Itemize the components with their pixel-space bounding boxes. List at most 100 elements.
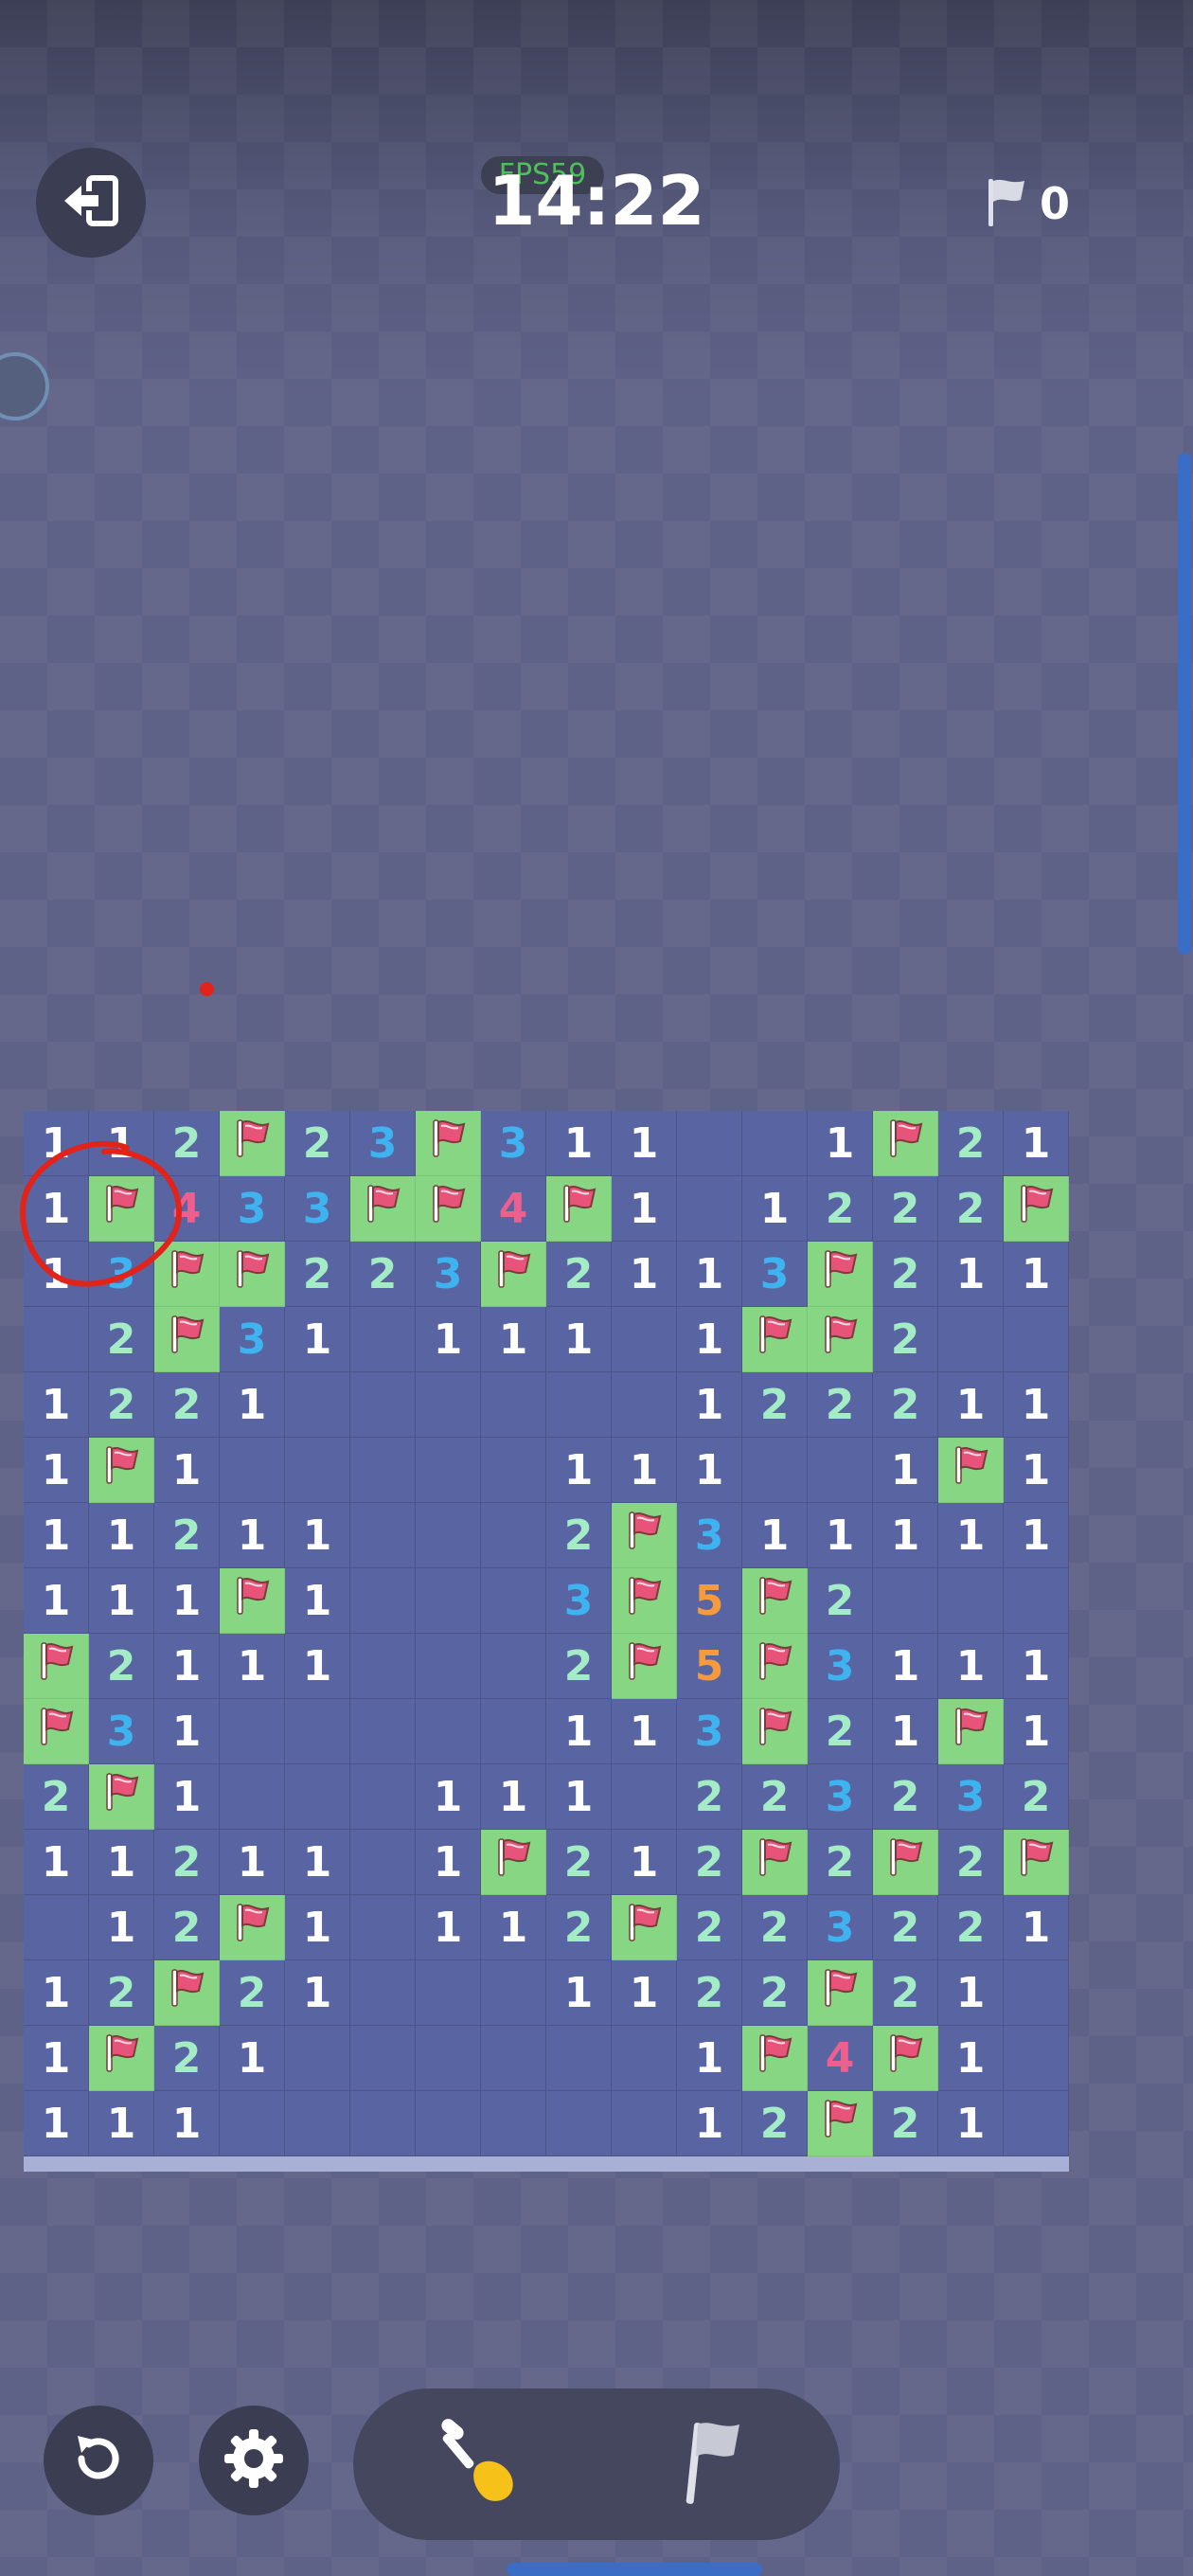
number-cell[interactable]: 3 <box>350 1111 416 1176</box>
flagged-cell[interactable] <box>742 1568 808 1634</box>
number-cell[interactable]: 2 <box>285 1111 350 1176</box>
empty-cell[interactable] <box>350 1438 416 1503</box>
number-cell[interactable]: 2 <box>546 1634 612 1699</box>
flagged-cell[interactable] <box>154 1307 220 1372</box>
empty-cell[interactable] <box>350 1895 416 1960</box>
number-cell[interactable]: 2 <box>285 1242 350 1307</box>
number-cell[interactable]: 3 <box>89 1699 154 1764</box>
empty-cell[interactable] <box>481 2026 546 2091</box>
number-cell[interactable]: 1 <box>220 1830 285 1895</box>
flagged-cell[interactable] <box>612 1634 677 1699</box>
number-cell[interactable]: 1 <box>154 1699 220 1764</box>
number-cell[interactable]: 1 <box>677 1307 742 1372</box>
flagged-cell[interactable] <box>742 1699 808 1764</box>
number-cell[interactable]: 1 <box>938 1242 1004 1307</box>
number-cell[interactable]: 1 <box>89 1503 154 1568</box>
number-cell[interactable]: 3 <box>220 1176 285 1242</box>
flagged-cell[interactable] <box>1004 1176 1069 1242</box>
number-cell[interactable]: 3 <box>938 1764 1004 1830</box>
scrollbar[interactable] <box>1178 453 1191 955</box>
flagged-cell[interactable] <box>24 1634 89 1699</box>
empty-cell[interactable] <box>481 1503 546 1568</box>
number-cell[interactable]: 2 <box>154 1895 220 1960</box>
number-cell[interactable]: 2 <box>24 1764 89 1830</box>
number-cell[interactable]: 2 <box>677 1830 742 1895</box>
empty-cell[interactable] <box>350 1960 416 2026</box>
empty-cell[interactable] <box>350 1699 416 1764</box>
number-cell[interactable]: 3 <box>808 1634 873 1699</box>
number-cell[interactable]: 1 <box>873 1438 938 1503</box>
empty-cell[interactable] <box>350 1372 416 1438</box>
flagged-cell[interactable] <box>612 1503 677 1568</box>
flagged-cell[interactable] <box>742 1307 808 1372</box>
number-cell[interactable]: 1 <box>677 2026 742 2091</box>
flagged-cell[interactable] <box>873 1830 938 1895</box>
number-cell[interactable]: 4 <box>808 2026 873 2091</box>
number-cell[interactable]: 2 <box>808 1699 873 1764</box>
number-cell[interactable]: 2 <box>808 1568 873 1634</box>
number-cell[interactable]: 1 <box>938 1372 1004 1438</box>
number-cell[interactable]: 3 <box>677 1503 742 1568</box>
empty-cell[interactable] <box>416 1960 481 2026</box>
number-cell[interactable]: 2 <box>89 1372 154 1438</box>
number-cell[interactable]: 2 <box>938 1111 1004 1176</box>
number-cell[interactable]: 1 <box>24 1960 89 2026</box>
exit-button[interactable] <box>36 148 146 258</box>
number-cell[interactable]: 1 <box>220 1634 285 1699</box>
number-cell[interactable]: 2 <box>546 1503 612 1568</box>
number-cell[interactable]: 1 <box>546 1960 612 2026</box>
empty-cell[interactable] <box>24 1307 89 1372</box>
flagged-cell[interactable] <box>742 1830 808 1895</box>
flag-tool-button[interactable] <box>666 2415 764 2513</box>
number-cell[interactable]: 2 <box>742 1764 808 1830</box>
number-cell[interactable]: 1 <box>612 1960 677 2026</box>
number-cell[interactable]: 1 <box>938 2026 1004 2091</box>
flagged-cell[interactable] <box>220 1895 285 1960</box>
number-cell[interactable]: 1 <box>742 1176 808 1242</box>
number-cell[interactable]: 1 <box>808 1111 873 1176</box>
number-cell[interactable]: 2 <box>873 2091 938 2156</box>
number-cell[interactable]: 1 <box>285 1568 350 1634</box>
empty-cell[interactable] <box>285 1764 350 1830</box>
flagged-cell[interactable] <box>808 1307 873 1372</box>
flagged-cell[interactable] <box>808 1960 873 2026</box>
flagged-cell[interactable] <box>742 1634 808 1699</box>
empty-cell[interactable] <box>285 2026 350 2091</box>
number-cell[interactable]: 1 <box>24 1568 89 1634</box>
number-cell[interactable]: 1 <box>808 1503 873 1568</box>
flagged-cell[interactable] <box>546 1176 612 1242</box>
empty-cell[interactable] <box>350 1503 416 1568</box>
empty-cell[interactable] <box>546 2026 612 2091</box>
number-cell[interactable]: 1 <box>285 1960 350 2026</box>
number-cell[interactable]: 1 <box>481 1307 546 1372</box>
empty-cell[interactable] <box>481 1438 546 1503</box>
number-cell[interactable]: 1 <box>546 1764 612 1830</box>
flagged-cell[interactable] <box>220 1111 285 1176</box>
empty-cell[interactable] <box>350 2091 416 2156</box>
empty-cell[interactable] <box>1004 2091 1069 2156</box>
empty-cell[interactable] <box>938 1307 1004 1372</box>
number-cell[interactable]: 1 <box>285 1503 350 1568</box>
number-cell[interactable]: 3 <box>285 1176 350 1242</box>
number-cell[interactable]: 3 <box>677 1699 742 1764</box>
number-cell[interactable]: 2 <box>808 1372 873 1438</box>
empty-cell[interactable] <box>220 2091 285 2156</box>
number-cell[interactable]: 5 <box>677 1634 742 1699</box>
flagged-cell[interactable] <box>808 1242 873 1307</box>
number-cell[interactable]: 3 <box>416 1242 481 1307</box>
number-cell[interactable]: 1 <box>1004 1895 1069 1960</box>
number-cell[interactable]: 1 <box>89 1895 154 1960</box>
number-cell[interactable]: 1 <box>154 2091 220 2156</box>
empty-cell[interactable] <box>285 1438 350 1503</box>
number-cell[interactable]: 3 <box>808 1895 873 1960</box>
number-cell[interactable]: 2 <box>154 1503 220 1568</box>
number-cell[interactable]: 2 <box>677 1764 742 1830</box>
number-cell[interactable]: 3 <box>220 1307 285 1372</box>
empty-cell[interactable] <box>546 2091 612 2156</box>
number-cell[interactable]: 2 <box>938 1830 1004 1895</box>
number-cell[interactable]: 2 <box>873 1242 938 1307</box>
empty-cell[interactable] <box>677 1176 742 1242</box>
number-cell[interactable]: 1 <box>154 1634 220 1699</box>
number-cell[interactable]: 1 <box>1004 1503 1069 1568</box>
empty-cell[interactable] <box>285 1372 350 1438</box>
